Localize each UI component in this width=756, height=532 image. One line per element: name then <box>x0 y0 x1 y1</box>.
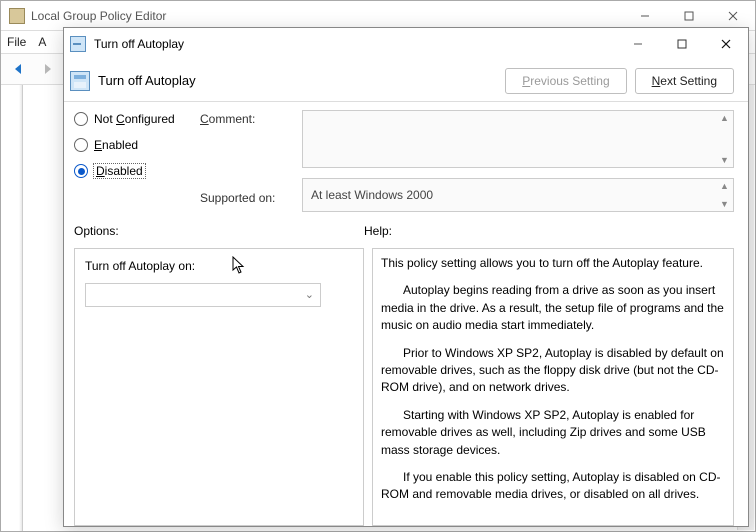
gpedit-title: Local Group Policy Editor <box>31 9 623 23</box>
supported-scrollbar[interactable]: ▲ ▼ <box>716 179 733 211</box>
autoplay-target-select[interactable]: ⌄ <box>85 283 321 307</box>
radio-icon <box>74 164 88 178</box>
dialog-close-button[interactable] <box>704 29 748 59</box>
menu-action[interactable]: A <box>38 35 46 49</box>
forward-button[interactable] <box>35 57 59 81</box>
help-text: Starting with Windows XP SP2, Autoplay i… <box>381 407 725 459</box>
scroll-down-icon[interactable]: ▼ <box>716 139 733 167</box>
field-values: ▲ ▼ At least Windows 2000 ▲ ▼ <box>302 110 734 212</box>
radio-label: Enabled <box>94 138 138 152</box>
help-text: This policy setting allows you to turn o… <box>381 255 725 272</box>
dialog-app-icon <box>70 36 86 52</box>
supported-label: Supported on: <box>200 191 292 205</box>
options-panel: Turn off Autoplay on: ⌄ <box>74 248 364 526</box>
radio-group: Not Configured Enabled Disabled <box>74 110 190 212</box>
maximize-button[interactable] <box>667 1 711 31</box>
comment-scrollbar[interactable]: ▲ ▼ <box>716 111 733 167</box>
dialog-minimize-button[interactable] <box>616 29 660 59</box>
policy-icon <box>70 71 90 91</box>
minimize-button[interactable] <box>623 1 667 31</box>
chevron-down-icon: ⌄ <box>305 288 314 301</box>
config-row: Not Configured Enabled Disabled Comment:… <box>64 102 748 216</box>
comment-label: Comment: <box>200 112 292 126</box>
radio-icon <box>74 138 88 152</box>
next-setting-button[interactable]: Next Setting <box>635 68 734 94</box>
supported-on-field: At least Windows 2000 ▲ ▼ <box>302 178 734 212</box>
back-button[interactable] <box>7 57 31 81</box>
dialog-maximize-button[interactable] <box>660 29 704 59</box>
options-section-label: Options: <box>74 224 364 238</box>
scroll-up-icon[interactable]: ▲ <box>716 111 733 139</box>
help-text: Autoplay begins reading from a drive as … <box>381 282 725 334</box>
radio-not-configured[interactable]: Not Configured <box>74 112 190 126</box>
field-labels: Comment: Supported on: <box>200 110 292 212</box>
body-row: Turn off Autoplay on: ⌄ This policy sett… <box>64 244 748 526</box>
radio-label: Not Configured <box>94 112 175 126</box>
scroll-down-icon[interactable]: ▼ <box>716 195 733 211</box>
menu-file[interactable]: File <box>7 35 26 49</box>
comment-textarea[interactable]: ▲ ▼ <box>302 110 734 168</box>
policy-name: Turn off Autoplay <box>98 73 497 88</box>
dialog-titlebar[interactable]: Turn off Autoplay <box>64 28 748 60</box>
section-labels: Options: Help: <box>64 216 748 244</box>
help-section-label: Help: <box>364 224 392 238</box>
dialog-window-controls <box>616 29 748 59</box>
supported-on-value: At least Windows 2000 <box>311 188 433 202</box>
previous-setting-button[interactable]: Previous Setting <box>505 68 626 94</box>
help-panel: This policy setting allows you to turn o… <box>372 248 734 526</box>
radio-icon <box>74 112 88 126</box>
radio-label: Disabled <box>94 164 145 178</box>
policy-dialog: Turn off Autoplay Turn off Autoplay Prev… <box>63 27 749 527</box>
gpedit-window-controls <box>623 1 755 31</box>
radio-disabled[interactable]: Disabled <box>74 164 190 178</box>
options-field-label: Turn off Autoplay on: <box>85 259 353 273</box>
gpedit-tree-pane[interactable] <box>1 85 23 531</box>
gpedit-app-icon <box>9 8 25 24</box>
dialog-title: Turn off Autoplay <box>94 37 616 51</box>
radio-enabled[interactable]: Enabled <box>74 138 190 152</box>
close-button[interactable] <box>711 1 755 31</box>
dialog-header-row: Turn off Autoplay Previous Setting Next … <box>64 60 748 102</box>
help-text: Prior to Windows XP SP2, Autoplay is dis… <box>381 345 725 397</box>
scroll-up-icon[interactable]: ▲ <box>716 179 733 195</box>
help-text: If you enable this policy setting, Autop… <box>381 469 725 504</box>
